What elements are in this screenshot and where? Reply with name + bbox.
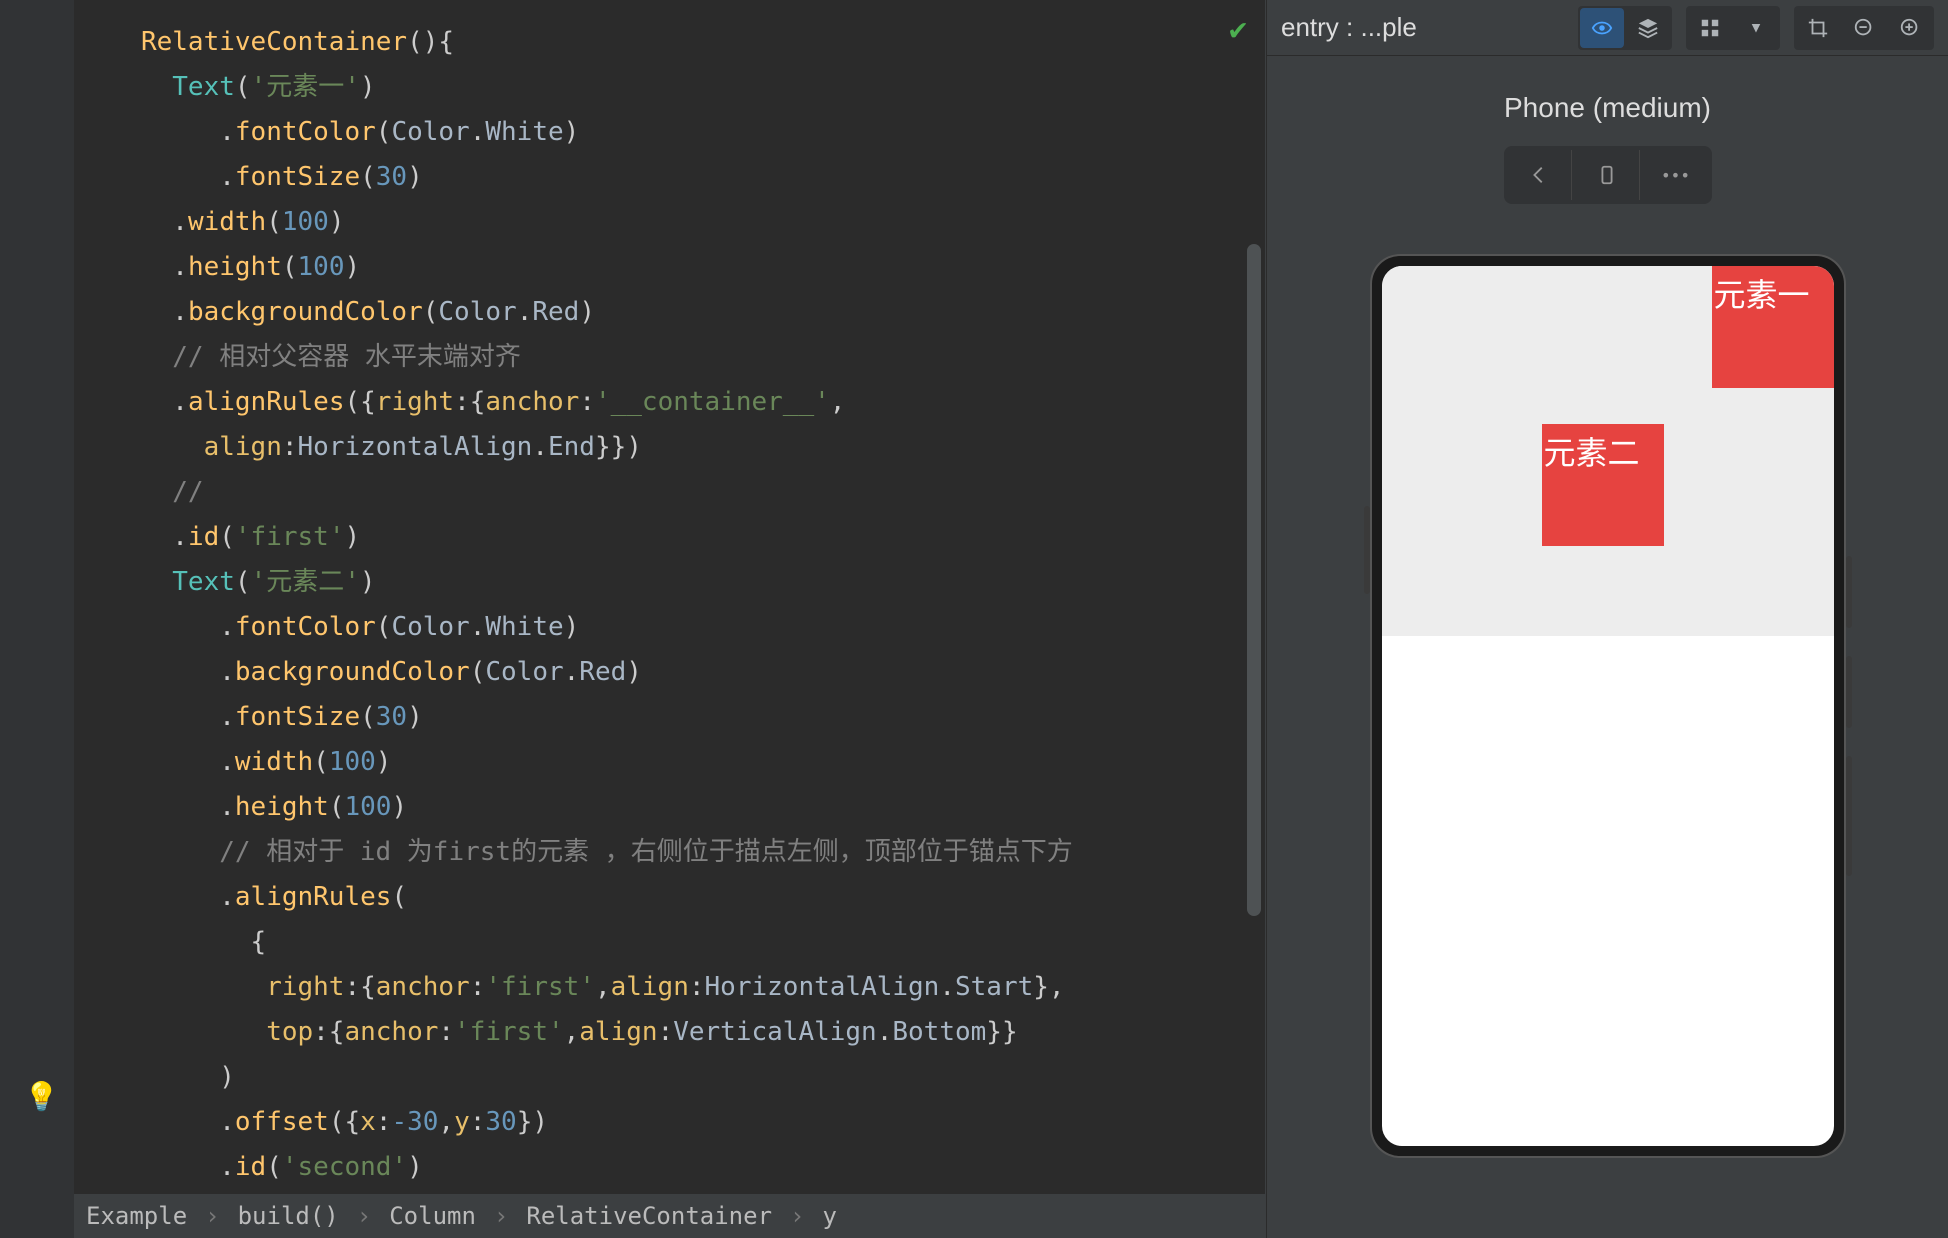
code-content[interactable]: RelativeContainer(){ Text('元素一') .fontCo… <box>74 0 1265 1235</box>
breadcrumb-item[interactable]: Column <box>389 1202 476 1230</box>
code-editor[interactable]: ✔ RelativeContainer(){ Text('元素一') .font… <box>74 0 1266 1238</box>
device-screen[interactable]: 元素一 元素二 <box>1382 266 1834 1146</box>
zoom-out-icon[interactable] <box>1842 8 1886 48</box>
editor-gutter: 💡 <box>0 0 74 1238</box>
device-label: Phone (medium) <box>1504 92 1711 124</box>
preview-element-two[interactable]: 元素二 <box>1542 424 1664 546</box>
chevron-down-icon[interactable]: ▾ <box>1734 8 1778 48</box>
device-side-button <box>1846 756 1852 876</box>
crop-icon[interactable] <box>1796 8 1840 48</box>
preview-element-one[interactable]: 元素一 <box>1712 266 1834 388</box>
preview-tab-title[interactable]: entry : ...ple <box>1281 12 1564 43</box>
more-icon[interactable]: ••• <box>1644 150 1708 200</box>
lightbulb-icon[interactable]: 💡 <box>24 1080 59 1113</box>
device-side-button <box>1364 506 1370 594</box>
preview-panel: entry : ...ple ▾ Phone (medium) ••• <box>1266 0 1948 1238</box>
analysis-ok-icon[interactable]: ✔ <box>1229 12 1247 47</box>
breadcrumb-item[interactable]: y <box>822 1202 836 1230</box>
device-side-button <box>1846 656 1852 728</box>
inspect-icon[interactable] <box>1580 8 1624 48</box>
breadcrumb[interactable]: Example› build()› Column› RelativeContai… <box>74 1194 1265 1238</box>
back-icon[interactable] <box>1508 150 1572 200</box>
preview-nav-toolbar: ••• <box>1504 146 1712 204</box>
device-side-button <box>1846 556 1852 628</box>
breadcrumb-item[interactable]: build() <box>238 1202 339 1230</box>
grid-icon[interactable] <box>1688 8 1732 48</box>
preview-toolbar: entry : ...ple ▾ <box>1267 0 1948 56</box>
vertical-scrollbar[interactable] <box>1247 244 1261 916</box>
zoom-in-icon[interactable] <box>1888 8 1932 48</box>
layers-icon[interactable] <box>1626 8 1670 48</box>
breadcrumb-item[interactable]: Example <box>86 1202 187 1230</box>
breadcrumb-item[interactable]: RelativeContainer <box>526 1202 772 1230</box>
device-frame: 元素一 元素二 <box>1372 256 1844 1156</box>
rotate-icon[interactable] <box>1576 150 1640 200</box>
